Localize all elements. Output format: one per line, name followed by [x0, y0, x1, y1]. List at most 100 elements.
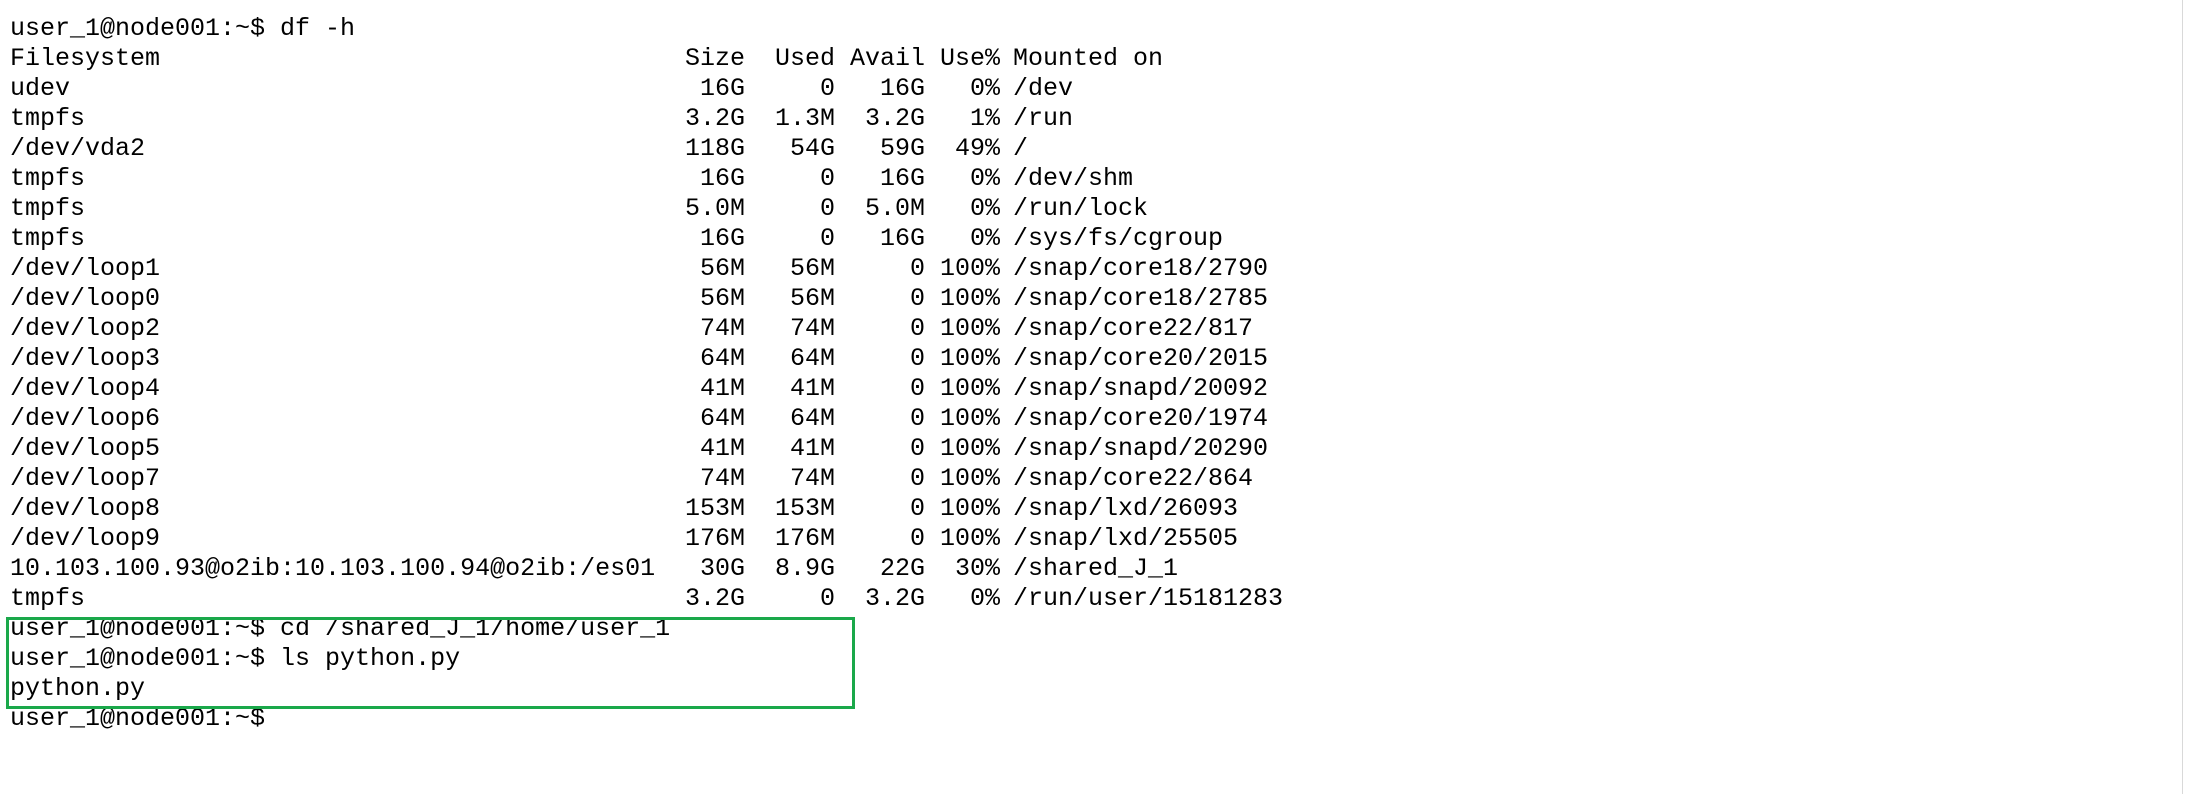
- df-cell-mounted-on: /dev: [1013, 74, 1074, 103]
- df-table-row: /dev/loop8 153M 153M 0 100% /snap/lxd/26093: [10, 494, 1238, 524]
- df-table-row: /dev/loop6 64M 64M 0 100% /snap/core20/1974: [10, 404, 1268, 434]
- df-cell-avail: 0: [909, 344, 925, 373]
- df-cell-used: 74M: [789, 464, 835, 493]
- command-line-df: user_1@node001:~$ df -h: [10, 14, 356, 43]
- df-cell-used: 41M: [789, 374, 835, 403]
- df-cell-mounted-on: /run/lock: [1013, 194, 1149, 223]
- df-cell-filesystem: tmpfs: [10, 224, 86, 253]
- df-cell-use-pct: 100%: [939, 404, 1000, 433]
- df-cell-size: 153M: [684, 494, 745, 523]
- df-cell-size: 16G: [699, 74, 745, 103]
- df-cell-size: 5.0M: [684, 194, 745, 223]
- df-header-size: Size: [684, 44, 745, 73]
- df-cell-use-pct: 100%: [939, 494, 1000, 523]
- df-cell-mounted-on: /snap/lxd/26093: [1013, 494, 1239, 523]
- df-cell-size: 64M: [699, 344, 745, 373]
- df-cell-filesystem: /dev/loop7: [10, 464, 161, 493]
- df-cell-used: 64M: [789, 404, 835, 433]
- df-cell-used: 176M: [774, 524, 835, 553]
- df-table-row: /dev/loop0 56M 56M 0 100% /snap/core18/2785: [10, 284, 1268, 314]
- df-table-row: /dev/loop3 64M 64M 0 100% /snap/core20/2015: [10, 344, 1268, 374]
- df-header-row: Filesystem Size Used Avail Use% Mounted …: [10, 44, 1163, 74]
- df-cell-avail: 0: [909, 374, 925, 403]
- df-table-row: /dev/loop5 41M 41M 0 100% /snap/snapd/20290: [10, 434, 1268, 464]
- df-cell-mounted-on: /dev/shm: [1013, 164, 1134, 193]
- df-cell-avail: 0: [909, 284, 925, 313]
- df-cell-use-pct: 0%: [969, 584, 1000, 613]
- df-cell-use-pct: 30%: [954, 554, 1000, 583]
- df-cell-avail: 59G: [879, 134, 925, 163]
- df-cell-used: 74M: [789, 314, 835, 343]
- df-cell-mounted-on: /: [1013, 134, 1029, 163]
- df-cell-avail: 5.0M: [864, 194, 925, 223]
- df-cell-use-pct: 100%: [939, 434, 1000, 463]
- df-cell-mounted-on: /snap/core18/2790: [1013, 254, 1269, 283]
- df-cell-filesystem: tmpfs: [10, 584, 86, 613]
- df-table-row: /dev/loop4 41M 41M 0 100% /snap/snapd/20092: [10, 374, 1268, 404]
- df-cell-use-pct: 0%: [969, 194, 1000, 223]
- df-cell-used: 64M: [789, 344, 835, 373]
- df-cell-mounted-on: /run/user/15181283: [1013, 584, 1284, 613]
- df-cell-used: 0: [819, 224, 835, 253]
- df-cell-filesystem: 10.103.100.93@o2ib:10.103.100.94@o2ib:/e…: [10, 554, 656, 583]
- df-table-row: /dev/loop7 74M 74M 0 100% /snap/core22/864: [10, 464, 1253, 494]
- df-cell-size: 176M: [684, 524, 745, 553]
- df-table-row: /dev/loop1 56M 56M 0 100% /snap/core18/2790: [10, 254, 1268, 284]
- df-cell-avail: 3.2G: [864, 104, 925, 133]
- df-cell-used: 41M: [789, 434, 835, 463]
- df-cell-use-pct: 0%: [969, 74, 1000, 103]
- df-cell-use-pct: 1%: [969, 104, 1000, 133]
- df-cell-filesystem: /dev/loop9: [10, 524, 161, 553]
- df-table-row: tmpfs 3.2G 1.3M 3.2G 1% /run: [10, 104, 1073, 134]
- df-cell-used: 0: [819, 584, 835, 613]
- df-header-filesystem: Filesystem: [10, 44, 161, 73]
- df-cell-use-pct: 0%: [969, 224, 1000, 253]
- df-cell-use-pct: 100%: [939, 524, 1000, 553]
- df-cell-used: 153M: [774, 494, 835, 523]
- df-cell-avail: 16G: [879, 164, 925, 193]
- df-cell-used: 0: [819, 164, 835, 193]
- df-cell-used: 54G: [789, 134, 835, 163]
- df-cell-size: 74M: [699, 314, 745, 343]
- df-table-row: /dev/loop2 74M 74M 0 100% /snap/core22/817: [10, 314, 1253, 344]
- df-cell-size: 118G: [684, 134, 745, 163]
- df-cell-mounted-on: /snap/snapd/20092: [1013, 374, 1269, 403]
- df-cell-use-pct: 49%: [954, 134, 1000, 163]
- df-cell-mounted-on: /snap/core22/817: [1013, 314, 1254, 343]
- df-cell-filesystem: udev: [10, 74, 71, 103]
- df-cell-avail: 0: [909, 464, 925, 493]
- df-table-row: tmpfs 3.2G 0 3.2G 0% /run/user/15181283: [10, 584, 1283, 614]
- df-cell-avail: 22G: [879, 554, 925, 583]
- df-cell-size: 41M: [699, 374, 745, 403]
- df-cell-mounted-on: /snap/lxd/25505: [1013, 524, 1239, 553]
- df-cell-filesystem: /dev/loop3: [10, 344, 161, 373]
- df-cell-avail: 0: [909, 404, 925, 433]
- df-table-row: tmpfs 16G 0 16G 0% /sys/fs/cgroup: [10, 224, 1223, 254]
- df-cell-size: 16G: [699, 224, 745, 253]
- df-cell-used: 0: [819, 194, 835, 223]
- df-cell-mounted-on: /run: [1013, 104, 1074, 133]
- scrollbar-track[interactable]: [2183, 0, 2200, 794]
- terminal-window[interactable]: user_1@node001:~$ df -h Filesystem Size …: [0, 0, 2182, 794]
- df-table-body: udev 16G 0 16G 0% /dev tmpfs 3.2G 1.3M 3.2G 1% /run…: [10, 74, 1283, 614]
- df-cell-mounted-on: /snap/snapd/20290: [1013, 434, 1269, 463]
- df-cell-mounted-on: /sys/fs/cgroup: [1013, 224, 1224, 253]
- df-cell-mounted-on: /snap/core20/1974: [1013, 404, 1269, 433]
- df-cell-use-pct: 0%: [969, 164, 1000, 193]
- df-cell-filesystem: tmpfs: [10, 104, 86, 133]
- df-cell-filesystem: /dev/loop8: [10, 494, 161, 523]
- df-cell-use-pct: 100%: [939, 374, 1000, 403]
- df-header-use-pct: Use%: [939, 44, 1000, 73]
- df-table-row: 10.103.100.93@o2ib:10.103.100.94@o2ib:/e…: [10, 554, 1178, 584]
- df-cell-avail: 3.2G: [864, 584, 925, 613]
- df-cell-mounted-on: /shared_J_1: [1013, 554, 1179, 583]
- df-cell-mounted-on: /snap/core22/864: [1013, 464, 1254, 493]
- df-cell-used: 8.9G: [774, 554, 835, 583]
- df-cell-filesystem: tmpfs: [10, 194, 86, 223]
- df-cell-use-pct: 100%: [939, 344, 1000, 373]
- df-cell-size: 41M: [699, 434, 745, 463]
- df-cell-used: 0: [819, 74, 835, 103]
- df-header-used: Used: [774, 44, 835, 73]
- df-cell-size: 16G: [699, 164, 745, 193]
- df-cell-used: 1.3M: [774, 104, 835, 133]
